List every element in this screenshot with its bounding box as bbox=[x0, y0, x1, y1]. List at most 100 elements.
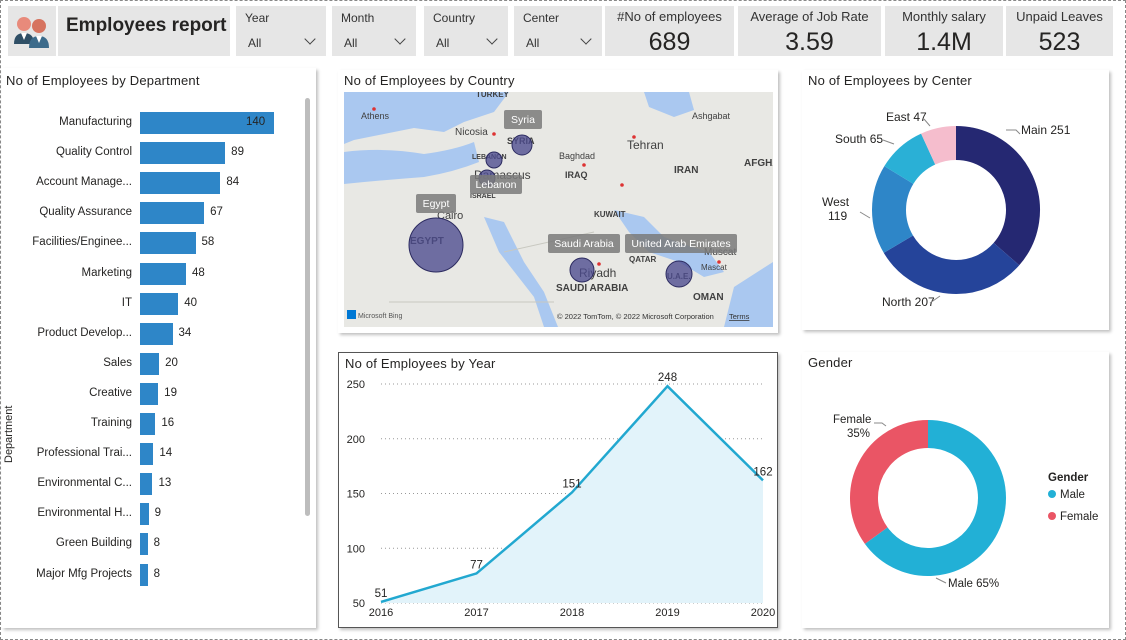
chevron-down-icon[interactable] bbox=[486, 33, 498, 45]
country-bubble[interactable] bbox=[569, 257, 595, 283]
gender-legend-marker[interactable] bbox=[1048, 512, 1056, 520]
year-x-tick: 2018 bbox=[560, 607, 584, 619]
department-bar-label: Product Develop... bbox=[37, 326, 132, 339]
department-bar-label: Account Manage... bbox=[36, 176, 132, 189]
map-place-label: ISRAEL bbox=[470, 193, 496, 200]
department-bar[interactable] bbox=[140, 352, 160, 375]
chevron-down-icon[interactable] bbox=[580, 33, 592, 45]
center-slice-south[interactable] bbox=[884, 133, 936, 185]
department-bar-value: 84 bbox=[226, 176, 240, 189]
gender-leader-female bbox=[874, 422, 887, 427]
chevron-down-icon[interactable] bbox=[304, 33, 316, 45]
map-place-label: Tehran bbox=[627, 138, 664, 152]
center-slice-label: East 47 bbox=[886, 110, 927, 124]
employees-icon bbox=[14, 17, 49, 48]
country-bubble[interactable] bbox=[665, 260, 693, 288]
department-bar-value: 140 bbox=[246, 116, 266, 128]
department-bar[interactable] bbox=[140, 262, 186, 285]
year-y-tick: 150 bbox=[347, 489, 365, 501]
year-slicer[interactable]: Year All bbox=[236, 6, 326, 56]
gender-legend-marker[interactable] bbox=[1048, 490, 1056, 498]
department-bar-label: Facilities/Enginee... bbox=[32, 236, 132, 249]
department-bar[interactable] bbox=[140, 322, 173, 345]
gender-legend-label: Female bbox=[1060, 511, 1098, 523]
department-bar[interactable] bbox=[140, 503, 149, 526]
map-place-label: Baghdad bbox=[559, 151, 595, 161]
kpi-label: #No of employees bbox=[617, 9, 722, 24]
year-data-label: 151 bbox=[562, 478, 581, 490]
country-slicer-label: Country bbox=[433, 11, 476, 25]
department-bar-chart: Manufacturing 140 Quality Control 89 Account… bbox=[2, 68, 302, 628]
map-bing-label: Microsoft Bing bbox=[358, 313, 402, 320]
department-bar-value: 48 bbox=[191, 266, 205, 279]
department-bar-value: 58 bbox=[201, 236, 215, 249]
chevron-down-icon[interactable] bbox=[394, 33, 406, 45]
department-bar-label: Professional Trai... bbox=[36, 447, 132, 460]
city-dot bbox=[632, 135, 636, 139]
department-bar[interactable] bbox=[140, 172, 221, 195]
map-place-label: SAUDI ARABIA bbox=[556, 283, 628, 294]
center-slice-main[interactable] bbox=[955, 126, 1040, 266]
country-slicer[interactable]: Country All bbox=[424, 6, 508, 56]
country-bubble[interactable] bbox=[485, 151, 503, 169]
month-slicer-value[interactable]: All bbox=[344, 36, 357, 50]
department-bar-label: Quality Control bbox=[55, 146, 132, 159]
gender-legend-label: Male bbox=[1060, 489, 1085, 501]
center-slice-label: West bbox=[822, 195, 850, 209]
gender-slice-label: Female bbox=[833, 414, 871, 426]
center-slice-east[interactable] bbox=[921, 126, 957, 165]
city-dot bbox=[582, 163, 586, 167]
city-dot bbox=[372, 107, 376, 111]
map-place-label: Athens bbox=[361, 111, 390, 121]
department-bar[interactable] bbox=[140, 473, 153, 496]
month-slicer[interactable]: Month All bbox=[332, 6, 416, 56]
map-place-label: OMAN bbox=[693, 292, 724, 303]
country-bubble[interactable] bbox=[408, 217, 464, 273]
kpi-label: Average of Job Rate bbox=[750, 9, 869, 24]
department-bar[interactable] bbox=[140, 533, 148, 556]
bubble-tooltip-text: Egypt bbox=[423, 198, 450, 210]
department-bar-label: Environmental H... bbox=[37, 507, 132, 520]
year-x-tick: 2016 bbox=[369, 607, 393, 619]
department-bar-label: Manufacturing bbox=[59, 116, 132, 128]
department-bar[interactable] bbox=[140, 202, 205, 225]
department-bar-label: Creative bbox=[89, 386, 132, 399]
year-y-tick: 100 bbox=[347, 543, 365, 555]
country-bubble[interactable] bbox=[511, 134, 533, 156]
map-place-label: QATAR bbox=[629, 255, 656, 264]
gender-slice-female[interactable] bbox=[850, 420, 929, 544]
department-bar-label: Sales bbox=[103, 356, 132, 369]
center-slicer[interactable]: Center All bbox=[514, 6, 602, 56]
city-dot bbox=[620, 183, 624, 187]
map-place-label: AFGHA bbox=[744, 158, 773, 169]
country-map[interactable]: TURKEYAthensNicosiaAshgabatSYRIALEBANOND… bbox=[344, 92, 773, 327]
center-slice-north[interactable] bbox=[883, 234, 1020, 294]
bubble-tooltip-text: United Arab Emirates bbox=[631, 238, 730, 250]
year-area-chart: 50 100 150 200 250 51 2016 77 2017 151 2018 248 2019… bbox=[347, 372, 776, 619]
map-place-label: Ashgabat bbox=[692, 111, 731, 121]
year-x-tick: 2019 bbox=[655, 607, 679, 619]
center-slicer-label: Center bbox=[523, 11, 560, 25]
center-slicer-value[interactable]: All bbox=[526, 36, 539, 50]
department-bar[interactable] bbox=[140, 382, 159, 405]
department-bar[interactable] bbox=[140, 443, 154, 466]
center-slice-west[interactable] bbox=[872, 166, 914, 253]
department-bar-value: 67 bbox=[210, 206, 223, 219]
year-slicer-value[interactable]: All bbox=[248, 36, 261, 50]
year-data-label: 51 bbox=[375, 588, 388, 600]
year-data-label: 248 bbox=[658, 372, 677, 384]
kpi-label: Monthly salary bbox=[902, 9, 986, 24]
department-scrollbar[interactable] bbox=[305, 98, 310, 516]
department-bar[interactable] bbox=[140, 292, 179, 315]
country-slicer-value[interactable]: All bbox=[436, 36, 449, 50]
kpi-value: 3.59 bbox=[785, 28, 834, 56]
map-terms-link[interactable]: Terms bbox=[729, 312, 750, 321]
department-bar[interactable] bbox=[140, 142, 226, 165]
department-bar[interactable] bbox=[140, 413, 156, 435]
department-bar[interactable] bbox=[140, 232, 196, 255]
year-y-tick: 200 bbox=[347, 434, 365, 446]
department-bar[interactable] bbox=[140, 563, 148, 586]
gender-donut-chart: Female 35% Male 65% Gender Male Female bbox=[833, 414, 1098, 590]
gender-legend-title: Gender bbox=[1048, 472, 1089, 484]
department-card: No of Employees by Department Department… bbox=[2, 68, 316, 628]
